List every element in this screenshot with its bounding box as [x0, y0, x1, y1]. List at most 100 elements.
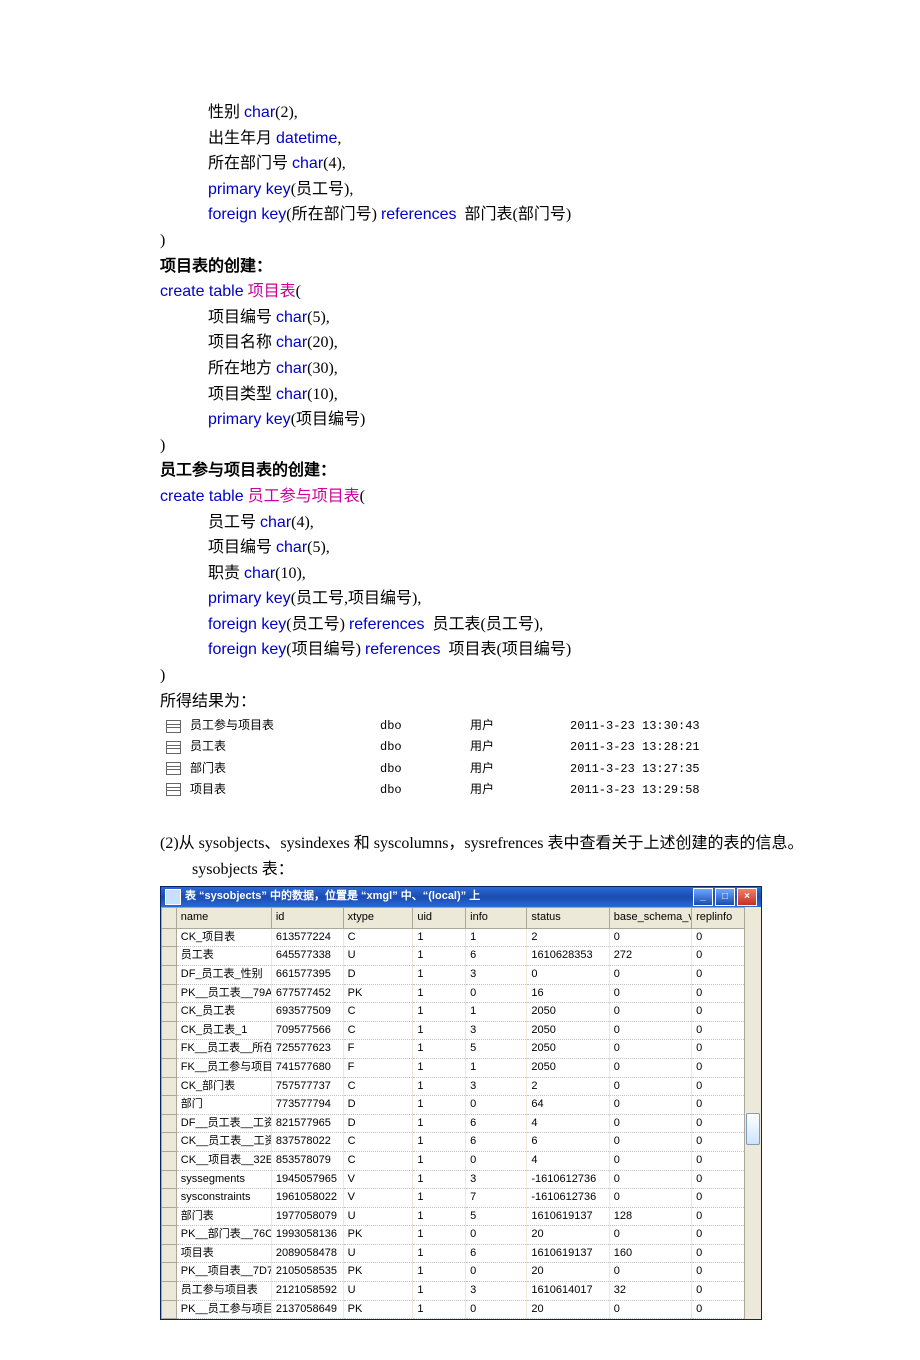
cell[interactable]: 757577737	[271, 1077, 343, 1096]
cell[interactable]: 1	[413, 1244, 466, 1263]
cell[interactable]: PK	[343, 1300, 413, 1319]
cell[interactable]: 6	[466, 1133, 527, 1152]
cell[interactable]: 1	[413, 965, 466, 984]
cell[interactable]: 1	[413, 1226, 466, 1245]
cell[interactable]: 0	[692, 1003, 745, 1022]
column-header[interactable]: status	[527, 908, 609, 929]
column-header[interactable]: replinfo	[692, 908, 745, 929]
cell[interactable]: 1	[413, 1133, 466, 1152]
cell[interactable]: 0	[609, 965, 691, 984]
cell[interactable]: 2	[527, 928, 609, 947]
cell[interactable]: 0	[466, 1300, 527, 1319]
cell[interactable]: 3	[466, 1170, 527, 1189]
cell[interactable]: 20	[527, 1300, 609, 1319]
grid-row[interactable]: CK_员工表_1709577566C13205000	[162, 1021, 745, 1040]
cell[interactable]: 0	[692, 1300, 745, 1319]
cell[interactable]: 693577509	[271, 1003, 343, 1022]
cell[interactable]: 1	[413, 928, 466, 947]
cell[interactable]: 661577395	[271, 965, 343, 984]
grid-row[interactable]: 项目表2089058478U1616106191371600	[162, 1244, 745, 1263]
cell[interactable]: 0	[609, 1096, 691, 1115]
cell[interactable]: 0	[466, 984, 527, 1003]
cell[interactable]: 6	[527, 1133, 609, 1152]
cell[interactable]: CK_部门表	[176, 1077, 271, 1096]
grid-row[interactable]: 员工表645577338U1616106283532720	[162, 947, 745, 966]
cell[interactable]: 6	[466, 947, 527, 966]
cell[interactable]: 2050	[527, 1040, 609, 1059]
cell[interactable]: CK_项目表	[176, 928, 271, 947]
column-header[interactable]: uid	[413, 908, 466, 929]
cell[interactable]: 32	[609, 1282, 691, 1301]
cell[interactable]: 1	[413, 1021, 466, 1040]
cell[interactable]: 0	[609, 1003, 691, 1022]
cell[interactable]: PK	[343, 1263, 413, 1282]
cell[interactable]: 677577452	[271, 984, 343, 1003]
cell[interactable]: -1610612736	[527, 1170, 609, 1189]
cell[interactable]: C	[343, 1133, 413, 1152]
cell[interactable]: 0	[692, 1170, 745, 1189]
cell[interactable]: 0	[609, 1226, 691, 1245]
cell[interactable]: 0	[609, 1300, 691, 1319]
cell[interactable]: 0	[609, 1114, 691, 1133]
cell[interactable]: 1945057965	[271, 1170, 343, 1189]
grid-row[interactable]: CK__员工表__工资837578022C16600	[162, 1133, 745, 1152]
cell[interactable]: PK__项目表__7D7	[176, 1263, 271, 1282]
cell[interactable]: -1610612736	[527, 1189, 609, 1208]
cell[interactable]: 1	[413, 1003, 466, 1022]
maximize-button[interactable]: □	[715, 888, 735, 906]
cell[interactable]: C	[343, 1077, 413, 1096]
cell[interactable]: F	[343, 1058, 413, 1077]
cell[interactable]: 160	[609, 1244, 691, 1263]
cell[interactable]: 1	[413, 1114, 466, 1133]
cell[interactable]: PK__部门表__76C	[176, 1226, 271, 1245]
grid-row[interactable]: 部门表1977058079U1516106191371280	[162, 1207, 745, 1226]
cell[interactable]: 2105058535	[271, 1263, 343, 1282]
grid-row[interactable]: PK__员工表__79A677577452PK101600	[162, 984, 745, 1003]
cell[interactable]: 1	[413, 1151, 466, 1170]
cell[interactable]: 项目表	[176, 1244, 271, 1263]
cell[interactable]: 4	[527, 1114, 609, 1133]
cell[interactable]: 0	[609, 1263, 691, 1282]
cell[interactable]: 1	[466, 1003, 527, 1022]
cell[interactable]: 16	[527, 984, 609, 1003]
cell[interactable]: 6	[466, 1114, 527, 1133]
column-header[interactable]: info	[466, 908, 527, 929]
cell[interactable]: 1610619137	[527, 1207, 609, 1226]
grid-row[interactable]: CK_员工表693577509C11205000	[162, 1003, 745, 1022]
cell[interactable]: 2050	[527, 1058, 609, 1077]
cell[interactable]: sysconstraints	[176, 1189, 271, 1208]
cell[interactable]: 0	[692, 1207, 745, 1226]
cell[interactable]: 0	[609, 1133, 691, 1152]
table-row[interactable]: 员工参与项目表dbo用户2011-3-23 13:30:43	[160, 716, 726, 737]
cell[interactable]: CK__项目表__32E	[176, 1151, 271, 1170]
cell[interactable]: CK__员工表__工资	[176, 1133, 271, 1152]
cell[interactable]: 0	[466, 1096, 527, 1115]
cell[interactable]: 1	[413, 1077, 466, 1096]
cell[interactable]: 0	[609, 928, 691, 947]
cell[interactable]: 1	[413, 947, 466, 966]
cell[interactable]: 员工参与项目表	[176, 1282, 271, 1301]
cell[interactable]: 853578079	[271, 1151, 343, 1170]
cell[interactable]: 1	[413, 1282, 466, 1301]
grid-row[interactable]: 部门773577794D106400	[162, 1096, 745, 1115]
scrollbar[interactable]	[744, 907, 761, 1319]
cell[interactable]: 64	[527, 1096, 609, 1115]
cell[interactable]: 5	[466, 1040, 527, 1059]
cell[interactable]: 0	[692, 1151, 745, 1170]
cell[interactable]: 员工表	[176, 947, 271, 966]
cell[interactable]: 2137058649	[271, 1300, 343, 1319]
cell[interactable]: 1	[413, 1170, 466, 1189]
cell[interactable]: 1961058022	[271, 1189, 343, 1208]
cell[interactable]: 128	[609, 1207, 691, 1226]
cell[interactable]: 2050	[527, 1003, 609, 1022]
minimize-button[interactable]: _	[693, 888, 713, 906]
cell[interactable]: 部门	[176, 1096, 271, 1115]
cell[interactable]: PK__员工参与项目	[176, 1300, 271, 1319]
cell[interactable]: D	[343, 1096, 413, 1115]
cell[interactable]: 6	[466, 1244, 527, 1263]
cell[interactable]: 1	[413, 1189, 466, 1208]
cell[interactable]: 3	[466, 965, 527, 984]
cell[interactable]: 1	[413, 1207, 466, 1226]
grid-row[interactable]: DF_员工表_性别661577395D13000	[162, 965, 745, 984]
cell[interactable]: 0	[692, 1282, 745, 1301]
